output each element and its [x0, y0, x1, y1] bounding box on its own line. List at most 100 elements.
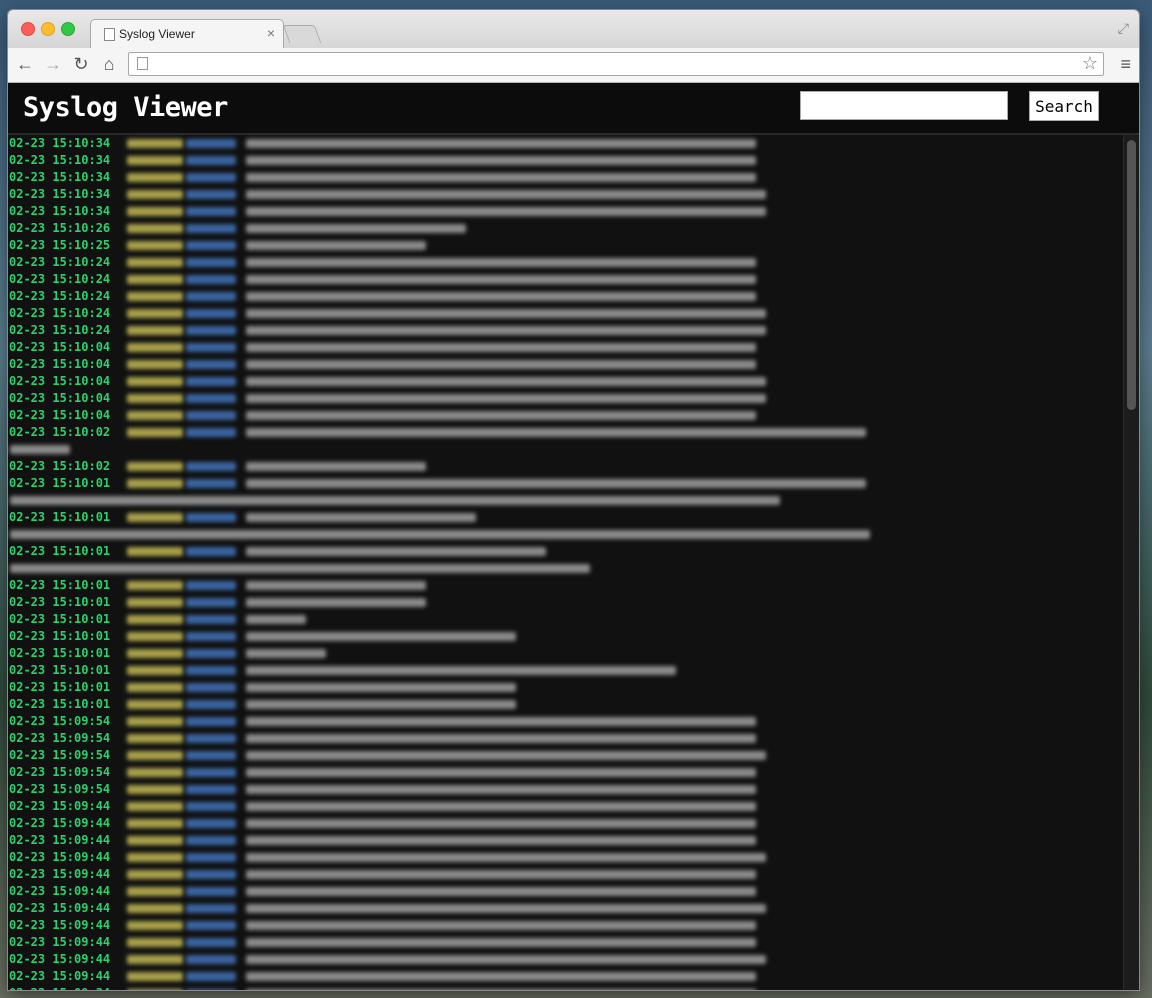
log-timestamp: 02-23 15:10:24: [9, 289, 111, 303]
log-timestamp: 02-23 15:10:24: [9, 255, 111, 269]
minimize-window-button[interactable]: [41, 22, 55, 36]
log-program-redacted: [186, 241, 236, 250]
address-bar[interactable]: ☆: [128, 52, 1104, 76]
zoom-window-button[interactable]: [61, 22, 75, 36]
menu-icon[interactable]: ≡: [1120, 54, 1131, 75]
log-message-redacted: [246, 258, 756, 267]
bookmark-star-icon[interactable]: ☆: [1082, 53, 1098, 74]
reload-icon[interactable]: ↻: [71, 53, 91, 75]
log-timestamp: 02-23 15:10:24: [9, 272, 111, 286]
log-message-redacted: [246, 649, 326, 658]
log-timestamp: 02-23 15:09:44: [9, 833, 111, 847]
log-message-redacted: [246, 190, 766, 199]
log-host-redacted: [127, 207, 183, 216]
scroll-thumb[interactable]: [1127, 140, 1136, 410]
log-timestamp: 02-23 15:10:01: [9, 510, 111, 524]
log-message-redacted: [246, 887, 756, 896]
log-host-redacted: [127, 258, 183, 267]
log-message-redacted: [246, 938, 756, 947]
log-program-redacted: [186, 428, 236, 437]
log-program-redacted: [186, 904, 236, 913]
log-program-redacted: [186, 870, 236, 879]
log-timestamp: 02-23 15:10:26: [9, 221, 111, 235]
log-host-redacted: [127, 547, 183, 556]
close-window-button[interactable]: [21, 22, 35, 36]
log-row: 02-23 15:09:44: [8, 832, 1124, 849]
forward-arrow-icon[interactable]: →: [43, 53, 63, 75]
log-message-redacted: [246, 513, 476, 522]
log-host-redacted: [127, 394, 183, 403]
log-host-redacted: [127, 462, 183, 471]
log-row: 02-23 15:10:26: [8, 220, 1124, 237]
log-row: 02-23 15:09:44: [8, 815, 1124, 832]
log-row: 02-23 15:10:01: [8, 475, 1124, 492]
log-program-redacted: [186, 615, 236, 624]
log-row: 02-23 15:09:44: [8, 900, 1124, 917]
log-host-redacted: [127, 802, 183, 811]
log-message-redacted: [246, 173, 756, 182]
tab-close-icon[interactable]: ×: [267, 25, 275, 41]
log-host-redacted: [127, 190, 183, 199]
log-timestamp: 02-23 15:09:44: [9, 816, 111, 830]
log-timestamp: 02-23 15:09:44: [9, 952, 111, 966]
log-row: 02-23 15:09:44: [8, 883, 1124, 900]
log-program-redacted: [186, 700, 236, 709]
scrollbar[interactable]: [1123, 135, 1139, 990]
log-message-redacted: [246, 853, 766, 862]
log-host-redacted: [127, 785, 183, 794]
home-icon[interactable]: ⌂: [99, 53, 119, 75]
log-message-redacted: [246, 768, 756, 777]
log-program-redacted: [186, 513, 236, 522]
log-message-redacted: [246, 921, 756, 930]
log-timestamp: 02-23 15:09:54: [9, 782, 111, 796]
log-timestamp: 02-23 15:10:24: [9, 323, 111, 337]
log-message-redacted: [246, 241, 426, 250]
log-row: 02-23 15:10:02: [8, 458, 1124, 475]
tab-strip: Syslog Viewer × ⤢: [8, 10, 1139, 49]
log-row: 02-23 15:10:01: [8, 628, 1124, 645]
log-row: 02-23 15:10:34: [8, 169, 1124, 186]
log-message-redacted: [10, 564, 590, 573]
back-arrow-icon[interactable]: ←: [15, 53, 35, 75]
log-message-redacted: [246, 156, 756, 165]
log-program-redacted: [186, 139, 236, 148]
log-timestamp: 02-23 15:10:01: [9, 476, 111, 490]
log-row: 02-23 15:10:24: [8, 271, 1124, 288]
log-program-redacted: [186, 887, 236, 896]
log-host-redacted: [127, 768, 183, 777]
log-host-redacted: [127, 598, 183, 607]
log-row-continuation: [8, 441, 1124, 458]
log-timestamp: 02-23 15:09:44: [9, 969, 111, 983]
log-program-redacted: [186, 666, 236, 675]
log-program-redacted: [186, 989, 236, 990]
log-program-redacted: [186, 292, 236, 301]
log-timestamp: 02-23 15:09:44: [9, 867, 111, 881]
log-program-redacted: [186, 802, 236, 811]
log-host-redacted: [127, 139, 183, 148]
log-host-redacted: [127, 581, 183, 590]
log-timestamp: 02-23 15:10:04: [9, 357, 111, 371]
page-icon: [104, 28, 115, 41]
app-header: Syslog Viewer Search: [8, 83, 1139, 135]
log-message-redacted: [246, 411, 756, 420]
log-host-redacted: [127, 819, 183, 828]
log-row: 02-23 15:09:44: [8, 798, 1124, 815]
tab-title: Syslog Viewer: [119, 27, 195, 41]
log-message-redacted: [246, 751, 766, 760]
log-message-redacted: [246, 683, 516, 692]
log-row: 02-23 15:10:34: [8, 186, 1124, 203]
search-button[interactable]: Search: [1029, 91, 1099, 121]
log-host-redacted: [127, 649, 183, 658]
search-input[interactable]: [800, 91, 1008, 120]
log-row: 02-23 15:09:54: [8, 713, 1124, 730]
log-program-redacted: [186, 360, 236, 369]
log-program-redacted: [186, 632, 236, 641]
log-program-redacted: [186, 258, 236, 267]
log-host-redacted: [127, 224, 183, 233]
page-content: Syslog Viewer Search 02-23 15:10:34 02-23…: [8, 83, 1139, 990]
new-tab-button[interactable]: [282, 25, 322, 43]
log-program-redacted: [186, 581, 236, 590]
browser-tab[interactable]: Syslog Viewer ×: [90, 19, 284, 49]
fullscreen-icon[interactable]: ⤢: [1118, 20, 1129, 37]
log-host-redacted: [127, 887, 183, 896]
